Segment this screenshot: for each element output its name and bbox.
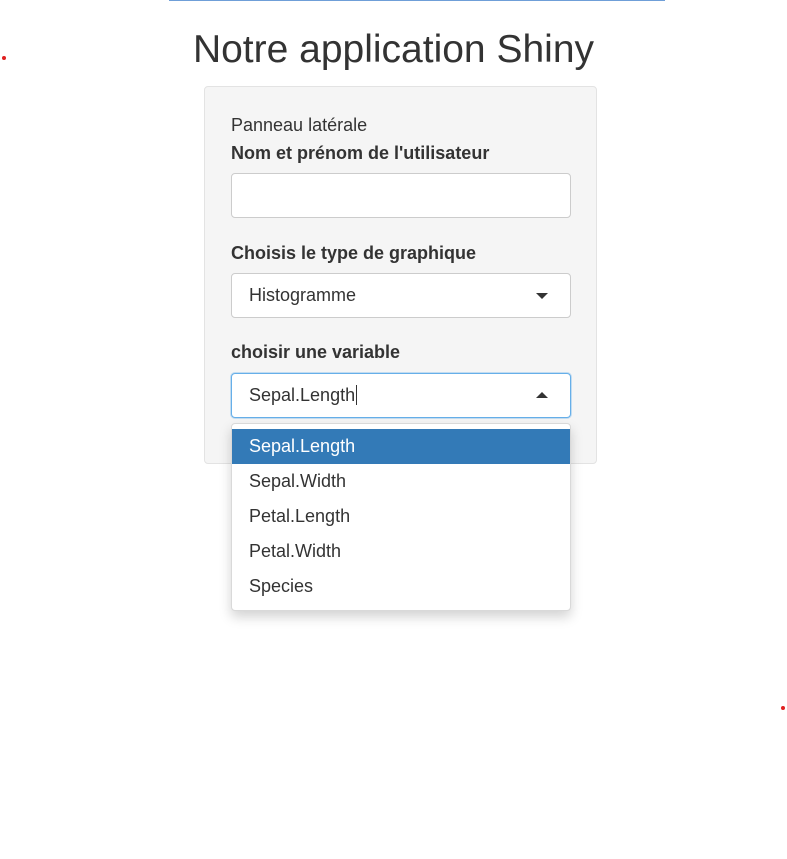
- variable-dropdown-menu: Sepal.Length Sepal.Width Petal.Length Pe…: [231, 423, 571, 611]
- page-title: Notre application Shiny: [192, 28, 595, 71]
- sidebar-caption: Panneau latérale: [231, 115, 368, 135]
- dropdown-option[interactable]: Sepal.Length: [232, 429, 570, 464]
- variable-label: choisir une variable: [231, 342, 401, 362]
- text-cursor: [356, 385, 358, 405]
- name-field-label: Nom et prénom de l'utilisateur: [231, 143, 490, 163]
- variable-value: Sepal.Length: [249, 385, 356, 405]
- variable-value-wrap: Sepal.Length: [249, 385, 358, 406]
- top-divider: [169, 0, 665, 1]
- chart-type-select[interactable]: Histogramme: [231, 273, 571, 318]
- variable-select[interactable]: Sepal.Length: [231, 373, 571, 418]
- dropdown-option[interactable]: Species: [232, 569, 570, 604]
- dropdown-option[interactable]: Sepal.Width: [232, 464, 570, 499]
- chart-type-label: Choisis le type de graphique: [231, 243, 477, 263]
- marker-dot-right: [781, 706, 785, 710]
- chevron-up-icon: [536, 392, 548, 398]
- dropdown-option[interactable]: Petal.Length: [232, 499, 570, 534]
- chart-type-value: Histogramme: [249, 285, 357, 305]
- chevron-down-icon: [536, 293, 548, 299]
- dropdown-option[interactable]: Petal.Width: [232, 534, 570, 569]
- name-input[interactable]: [231, 173, 571, 218]
